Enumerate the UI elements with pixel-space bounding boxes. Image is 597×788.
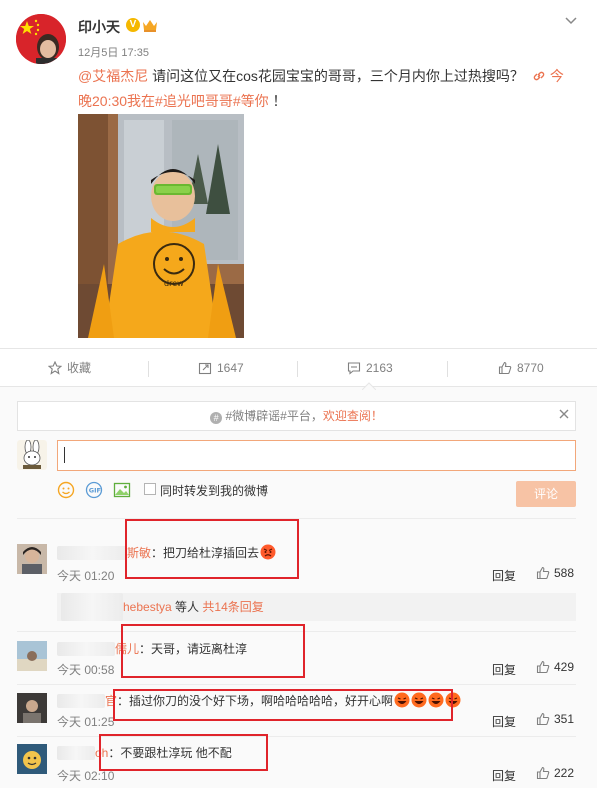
post-text-main: 请问这位又在cos花园宝宝的哥哥，三个月内你上过热搜吗？ bbox=[148, 68, 524, 84]
chevron-down-icon[interactable] bbox=[564, 14, 578, 28]
hashtag-icon: # bbox=[210, 412, 223, 424]
vip-crown-icon bbox=[142, 18, 158, 32]
thumbs-up-icon bbox=[536, 660, 550, 674]
reply-button[interactable]: 回复 bbox=[492, 713, 516, 730]
highlight-box bbox=[99, 734, 268, 771]
blurred-username[interactable]: x bbox=[57, 746, 95, 760]
blurred-username[interactable]: x bbox=[57, 642, 115, 656]
comment-avatar[interactable] bbox=[17, 693, 47, 723]
repost-checkbox-label: 同时转发到我的微博 bbox=[160, 484, 269, 498]
comment-like-button[interactable]: 429 bbox=[536, 660, 574, 674]
topic-link-part2[interactable]: 晚20:30我在#追光吧哥哥#等你 bbox=[78, 93, 269, 109]
comment-avatar[interactable] bbox=[17, 544, 47, 574]
comment-like-count: 429 bbox=[554, 660, 575, 674]
comment-time: 今天 01:20 bbox=[57, 569, 115, 583]
repost-checkbox[interactable] bbox=[144, 483, 156, 495]
reply-button[interactable]: 回复 bbox=[492, 767, 516, 784]
image-icon[interactable] bbox=[113, 481, 131, 499]
svg-text:drew: drew bbox=[164, 279, 184, 288]
comment-icon bbox=[347, 362, 361, 375]
comment-like-count: 351 bbox=[554, 712, 575, 726]
sub-reply-text: 等人 bbox=[171, 600, 200, 614]
text-caret bbox=[64, 447, 65, 463]
reply-button[interactable]: 回复 bbox=[492, 567, 516, 584]
repost-count: 1647 bbox=[217, 361, 244, 375]
star-icon bbox=[48, 361, 62, 375]
comment-like-count: 588 bbox=[554, 566, 575, 580]
post-action-bar: 收藏 1647 2163 8770 bbox=[0, 348, 597, 386]
comment-time: 今天 01:25 bbox=[57, 715, 115, 729]
blurred-username[interactable]: x bbox=[61, 593, 123, 621]
notice-sep: ， bbox=[310, 409, 323, 423]
rumor-notice-bar: # #微博辟谣#平台，欢迎查阅！ bbox=[17, 401, 576, 431]
thumbs-up-icon bbox=[536, 566, 550, 580]
my-avatar[interactable] bbox=[17, 440, 47, 470]
like-button[interactable]: 8770 bbox=[498, 349, 544, 387]
reply-button[interactable]: 回复 bbox=[492, 661, 516, 678]
author-name[interactable]: 印小天 bbox=[78, 17, 120, 37]
comment-like-button[interactable]: 222 bbox=[536, 766, 574, 780]
rumor-topic-link[interactable]: #微博辟谣#平台 bbox=[225, 409, 310, 423]
topic-link-part1[interactable]: 今 bbox=[550, 68, 564, 84]
favorite-button[interactable]: 收藏 bbox=[48, 349, 91, 387]
blurred-username[interactable]: x bbox=[57, 694, 105, 708]
comment-like-button[interactable]: 351 bbox=[536, 712, 574, 726]
post-image[interactable]: drew bbox=[78, 114, 244, 338]
comment-pointer-arrow bbox=[361, 379, 377, 391]
gif-icon[interactable]: GIF bbox=[85, 481, 103, 499]
thumbs-up-icon bbox=[498, 361, 512, 375]
link-icon bbox=[532, 66, 548, 81]
svg-text:GIF: GIF bbox=[89, 487, 101, 495]
comment-avatar[interactable] bbox=[17, 641, 47, 671]
highlight-box bbox=[121, 624, 305, 678]
thumbs-up-icon bbox=[536, 712, 550, 726]
sub-reply-summary[interactable]: xhebestya 等人 共14条回复 bbox=[57, 593, 576, 621]
thumbs-up-icon bbox=[536, 766, 550, 780]
highlight-box bbox=[125, 519, 299, 579]
repost-icon bbox=[198, 362, 212, 375]
mention-link[interactable]: @艾福杰尼 bbox=[78, 68, 148, 84]
divider bbox=[17, 684, 576, 685]
highlight-box bbox=[113, 689, 453, 721]
post-text-end: ！ bbox=[268, 93, 287, 109]
blurred-username[interactable]: x bbox=[57, 546, 127, 560]
emoji-icon[interactable] bbox=[57, 481, 75, 499]
verified-icon: V bbox=[126, 18, 140, 32]
comment-avatar[interactable] bbox=[17, 744, 47, 774]
post-timestamp[interactable]: 12月5日 17:35 bbox=[78, 44, 149, 60]
comment-like-count: 222 bbox=[554, 766, 575, 780]
like-count: 8770 bbox=[517, 361, 544, 375]
post-body: @艾福杰尼 请问这位又在cos花园宝宝的哥哥，三个月内你上过热搜吗？ 今晚20:3… bbox=[78, 64, 578, 114]
sub-reply-author[interactable]: hebestya bbox=[123, 600, 172, 614]
comment-like-button[interactable]: 588 bbox=[536, 566, 574, 580]
favorite-label: 收藏 bbox=[67, 361, 92, 375]
author-avatar[interactable] bbox=[16, 14, 66, 64]
more-replies-link[interactable]: 共14条回复 bbox=[202, 600, 263, 614]
close-icon[interactable] bbox=[557, 407, 571, 421]
comment-input[interactable] bbox=[57, 440, 576, 471]
comment-time: 今天 00:58 bbox=[57, 663, 115, 677]
submit-comment-button[interactable]: 评论 bbox=[516, 481, 576, 507]
repost-button[interactable]: 1647 bbox=[198, 349, 244, 387]
notice-welcome: 欢迎查阅！ bbox=[322, 409, 383, 423]
